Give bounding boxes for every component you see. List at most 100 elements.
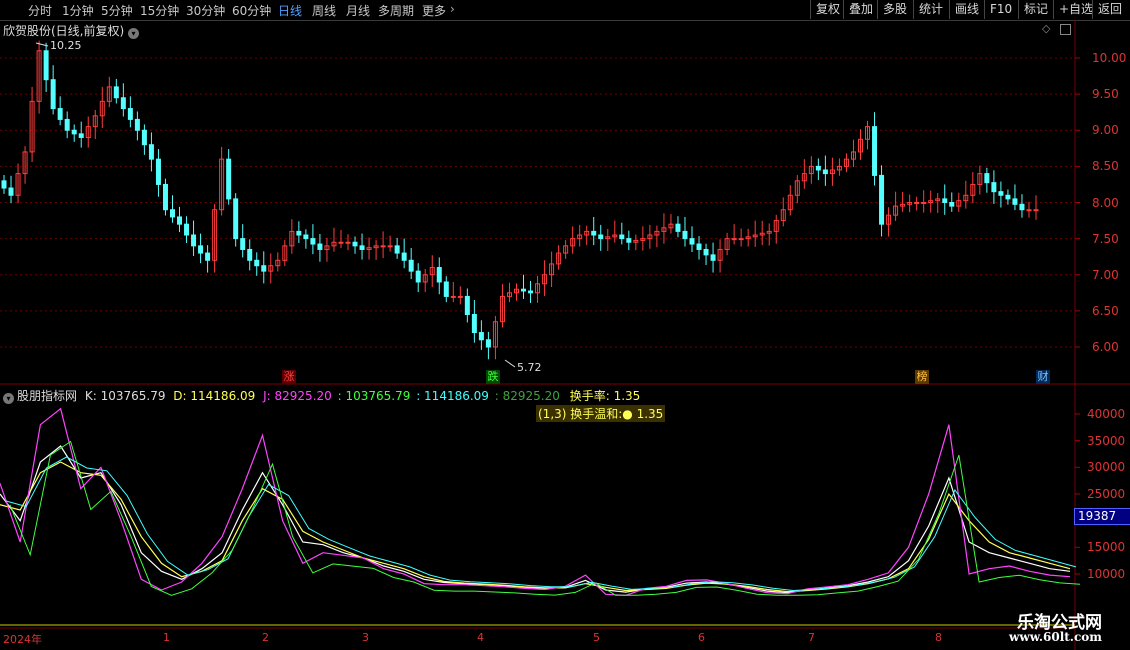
candle-body	[261, 265, 267, 272]
period-tab-more[interactable]: 更多	[422, 2, 446, 19]
j-value: J: 82925.20	[263, 389, 332, 403]
candle-body	[275, 259, 281, 267]
candle-body	[141, 129, 147, 146]
candle-body	[766, 230, 772, 234]
candle-body	[254, 259, 260, 267]
x-label-2: 2	[262, 631, 269, 644]
x-label-4: 4	[477, 631, 484, 644]
period-tab-fenshi[interactable]: 分时	[28, 2, 52, 19]
period-tab-weekly[interactable]: 周线	[312, 2, 336, 19]
indicator-axis-label: 40000	[1087, 407, 1126, 421]
back-button[interactable]: 返回	[1092, 0, 1127, 19]
chevron-right-icon[interactable]: ›	[450, 2, 455, 16]
draw-line-button[interactable]: 画线	[949, 0, 984, 19]
expand-icon[interactable]	[1060, 24, 1071, 35]
candle-body	[8, 187, 14, 196]
candle-body	[857, 138, 863, 153]
indicator-axis-label: 35000	[1087, 433, 1126, 448]
candle-body	[654, 230, 660, 236]
x-label-2024: 2024年	[3, 633, 42, 646]
marker-die[interactable]: 跌	[486, 370, 500, 384]
candle-body	[78, 133, 84, 138]
candle-body	[85, 126, 91, 138]
candle-body	[394, 245, 400, 254]
candle-body	[198, 245, 204, 254]
candle-body	[956, 200, 962, 207]
candle-body	[289, 230, 295, 247]
candle-body	[942, 198, 948, 203]
candle-body	[359, 245, 365, 250]
price-axis-label: 9.50	[1092, 87, 1119, 102]
fuquan-button[interactable]: 复权	[810, 0, 845, 19]
candle-body	[148, 144, 154, 160]
candle-body	[521, 288, 527, 292]
candle-body	[675, 223, 681, 232]
candle-body	[177, 216, 183, 225]
indicator-dropdown-icon[interactable]: ▾	[3, 393, 14, 404]
candle-body	[471, 313, 477, 334]
price-axis-label: 7.50	[1092, 231, 1119, 246]
candle-body	[963, 194, 969, 202]
candle-body	[443, 281, 449, 297]
kdj-line-k	[0, 445, 1071, 594]
mark-button[interactable]: 标记	[1018, 0, 1053, 19]
candle-body	[843, 158, 849, 167]
period-tab-monthly[interactable]: 月线	[346, 2, 370, 19]
candle-body	[36, 50, 42, 102]
candle-body	[492, 321, 498, 348]
candle-body	[387, 245, 393, 248]
line-green-value: : 103765.79	[337, 389, 411, 403]
cyan-line	[5, 456, 1077, 592]
indicator-axis-label: 15000	[1087, 540, 1126, 555]
candle-body	[535, 283, 541, 294]
candle-body	[57, 108, 63, 120]
x-label-5: 5	[593, 631, 600, 644]
candle-body	[506, 292, 512, 297]
candle-body	[15, 173, 21, 196]
candle-body	[872, 126, 878, 176]
candle-body	[366, 247, 372, 250]
marker-bang[interactable]: 榜	[915, 370, 929, 384]
candle-body	[380, 245, 386, 248]
candle-body	[836, 165, 842, 171]
candle-body	[787, 194, 793, 211]
candle-body	[794, 180, 800, 196]
candle-body	[134, 118, 140, 131]
candle-body	[226, 158, 232, 200]
candle-body	[436, 267, 442, 283]
low-price-label: 5.72	[517, 361, 542, 374]
multi-stock-button[interactable]: 多股	[877, 0, 912, 19]
candle-body	[738, 238, 744, 241]
candle-body	[935, 198, 941, 202]
period-tab-1min[interactable]: 1分钟	[62, 2, 94, 19]
k-value: K: 103765.79	[84, 389, 166, 403]
candle-body	[247, 248, 253, 261]
period-tab-15min[interactable]: 15分钟	[140, 2, 179, 19]
period-tab-30min[interactable]: 30分钟	[186, 2, 225, 19]
marker-cai[interactable]: 财	[1036, 370, 1050, 384]
candle-body	[640, 238, 646, 241]
overlay-button[interactable]: 叠加	[843, 0, 878, 19]
main-price-chart[interactable]	[0, 0, 1130, 650]
candle-body	[914, 202, 920, 204]
diamond-icon[interactable]: ◇	[1042, 22, 1050, 35]
period-tab-60min[interactable]: 60分钟	[232, 2, 271, 19]
f10-button[interactable]: F10	[984, 0, 1017, 19]
candle-body	[422, 274, 428, 283]
statistics-button[interactable]: 统计	[913, 0, 948, 19]
candle-body	[29, 100, 35, 153]
x-label-3: 3	[362, 631, 369, 644]
candle-body	[808, 165, 814, 175]
period-tab-multi[interactable]: 多周期	[378, 2, 414, 19]
candle-body	[928, 200, 934, 204]
dropdown-icon[interactable]: ▾	[128, 28, 140, 39]
candle-body	[949, 202, 955, 207]
period-tab-5min[interactable]: 5分钟	[101, 2, 133, 19]
candle-body	[689, 238, 695, 245]
d-value: D: 114186.09	[173, 389, 256, 403]
candle-body	[668, 223, 674, 229]
candle-body	[457, 295, 463, 298]
toolbar: 分时 1分钟 5分钟 15分钟 30分钟 60分钟 日线 周线 月线 多周期 更…	[0, 0, 1130, 21]
period-tab-daily[interactable]: 日线	[278, 2, 302, 19]
marker-zhang[interactable]: 涨	[282, 370, 296, 384]
